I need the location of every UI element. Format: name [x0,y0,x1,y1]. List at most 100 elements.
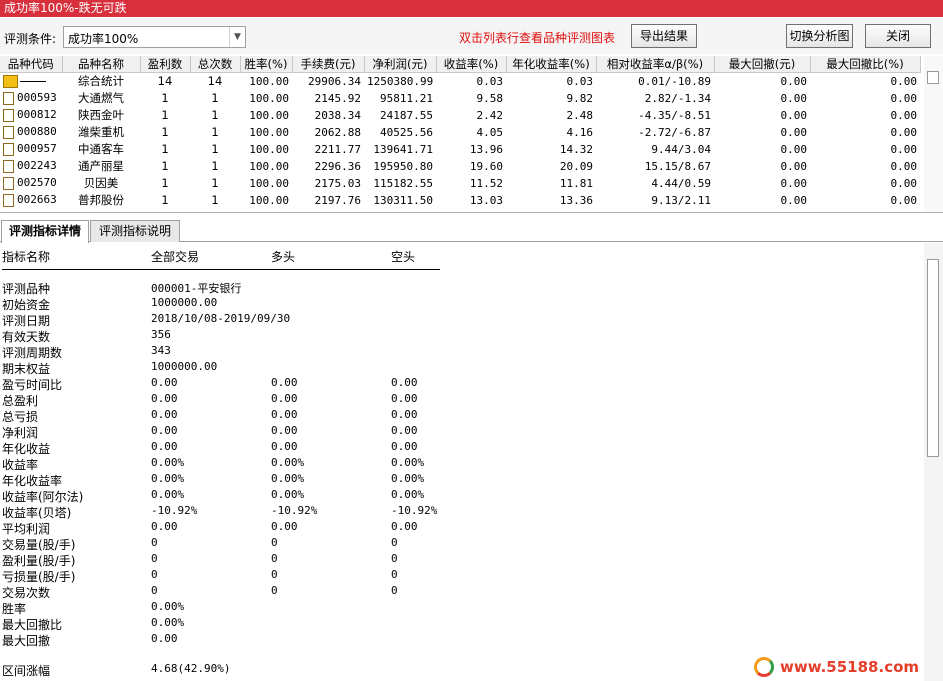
tab-indicator-description[interactable]: 评测指标说明 [90,220,180,242]
table-cell: 4.05 [476,125,504,139]
table-cell-code: 000880 [0,124,62,141]
metric-name: 年化收益率 [2,474,63,488]
metric-value-long: 0.00% [271,456,305,469]
splitter[interactable] [0,212,943,213]
table-cell: 1 [211,176,219,190]
table-cell: 115182.55 [373,176,433,190]
summary-row[interactable]: 综合统计 14 14 100.00 29906.34 1250380.99 0.… [0,73,920,90]
metric-value-short: 0.00 [391,424,418,437]
details-header-all: 全部交易 [151,250,200,264]
metric-row: 收益率 0.00% 0.00% 0.00% [0,456,600,472]
table-cell: 100.00 [249,108,289,122]
metric-name: 评测日期 [2,314,51,328]
metric-value-short: 0.00 [391,392,418,405]
table-cell: 0.00 [780,74,808,88]
table-cell-code: 002663 [0,192,62,209]
table-cell: 0.00 [890,142,918,156]
table-cell-name: 潍柴重机 [78,125,124,139]
table-cell: 4.44/0.59 [651,176,711,190]
tab-indicator-details[interactable]: 评测指标详情 [1,220,89,243]
site-watermark: www.55188.com [754,655,919,679]
table-scrollbar-thumb[interactable] [927,71,939,84]
column-header[interactable]: 年化收益率(%) [506,56,597,73]
column-header[interactable]: 相对收益率α/β(%) [596,56,715,73]
metric-name: 初始资金 [2,298,51,312]
table-cell-name: 贝因美 [83,176,119,190]
column-header[interactable]: 净利润(元) [364,56,437,73]
table-cell: 1250380.99 [367,74,434,88]
metric-value-short: 0.00 [391,376,418,389]
close-button[interactable]: 关闭 [865,24,931,48]
table-cell: 2.42 [476,108,504,122]
table-cell-name: 中通客车 [78,142,124,156]
table-cell: 2197.76 [314,193,361,207]
table-cell: 1 [211,91,219,105]
column-header[interactable]: 品种名称 [62,56,141,73]
stock-code: 002663 [17,193,57,207]
document-icon [3,125,14,139]
table-cell: 1 [161,108,169,122]
table-row[interactable]: 002570 贝因美 1 1 100.00 2175.03 115182.55 11.52 11… [0,175,920,192]
metric-name: 期末权益 [2,362,51,376]
table-cell-name: 大通燃气 [78,91,124,105]
metric-value-long: 0.00 [271,424,298,437]
metric-name: 总亏损 [2,410,39,424]
metric-row: 评测日期 2018/10/08-2019/09/30 [0,312,600,328]
column-header[interactable]: 最大回撤比(%) [810,56,921,73]
details-scrollbar-thumb[interactable] [927,259,939,457]
results-table: 品种代码 品种名称 盈利数 总次数 胜率(%) 手续费(元) 净利润(元) 收益… [0,56,923,210]
condition-select[interactable]: 成功率100% ▼ [63,26,246,48]
metric-row: 年化收益率 0.00% 0.00% 0.00% [0,472,600,488]
metric-value-long: 0.00 [271,392,298,405]
summary-icon [3,75,18,88]
metric-row: 交易次数 0 0 0 [0,584,600,600]
table-row[interactable]: 000957 中通客车 1 1 100.00 2211.77 139641.71 13.96 1… [0,141,920,158]
metric-value-all: 0.00 [151,440,178,453]
table-cell: 1 [211,193,219,207]
metric-value-all: 0.00% [151,600,185,613]
table-row[interactable]: 002663 普邦股份 1 1 100.00 2197.76 130311.50 13.03 1… [0,192,920,209]
document-icon [3,193,14,207]
table-cell: 100.00 [249,125,289,139]
stock-code: 000593 [17,91,57,105]
column-header[interactable]: 手续费(元) [292,56,365,73]
table-cell: 2175.03 [314,176,361,190]
column-header[interactable]: 最大回撤(元) [714,56,811,73]
table-cell-code: 000593 [0,90,62,107]
table-row[interactable]: 000880 潍柴重机 1 1 100.00 2062.88 40525.56 4.05 4.1… [0,124,920,141]
window-title: 成功率100%-跌无可跌 [4,1,127,15]
column-header[interactable]: 收益率(%) [436,56,507,73]
summary-code-cell [0,73,62,90]
metric-row: 收益率(贝塔) -10.92% -10.92% -10.92% [0,504,600,520]
metric-value-all: 1000000.00 [151,296,218,309]
chevron-down-icon[interactable]: ▼ [229,27,245,47]
table-row[interactable]: 000812 陕西金叶 1 1 100.00 2038.34 24187.55 2.42 2.4… [0,107,920,124]
details-scrollbar[interactable] [924,243,943,681]
table-cell: 100.00 [249,159,289,173]
double-click-hint: 双击列表行查看品种评测图表 [459,31,616,45]
column-header[interactable]: 胜率(%) [240,56,293,73]
metric-value-all: 0 [151,536,158,549]
metric-value-all: 0.00 [151,632,178,645]
table-scrollbar[interactable] [924,56,943,212]
table-cell: 0.03 [566,74,594,88]
column-header[interactable]: 盈利数 [140,56,191,73]
table-row[interactable]: 002243 通产丽星 1 1 100.00 2296.36 195950.80 19.60 2… [0,158,920,175]
export-button[interactable]: 导出结果 [631,24,697,48]
table-cell: 14 [207,74,223,89]
table-cell: 100.00 [249,193,289,207]
range-change-label: 区间涨幅 [2,664,51,678]
table-cell: 1 [161,142,169,156]
table-cell: 13.36 [559,193,593,207]
switch-chart-button[interactable]: 切换分析图 [786,24,853,48]
table-cell: 11.81 [559,176,593,190]
metric-value-long: 0 [271,568,278,581]
column-header[interactable]: 品种代码 [0,56,63,73]
metric-value-short: 0.00 [391,408,418,421]
metric-row: 交易量(股/手) 0 0 0 [0,536,600,552]
table-row[interactable]: 000593 大通燃气 1 1 100.00 2145.92 95811.21 9.58 9.8… [0,90,920,107]
table-cell: 0.01/-10.89 [638,74,711,88]
column-header[interactable]: 总次数 [190,56,241,73]
metric-value-short: 0 [391,552,398,565]
table-cell: 13.96 [469,142,503,156]
